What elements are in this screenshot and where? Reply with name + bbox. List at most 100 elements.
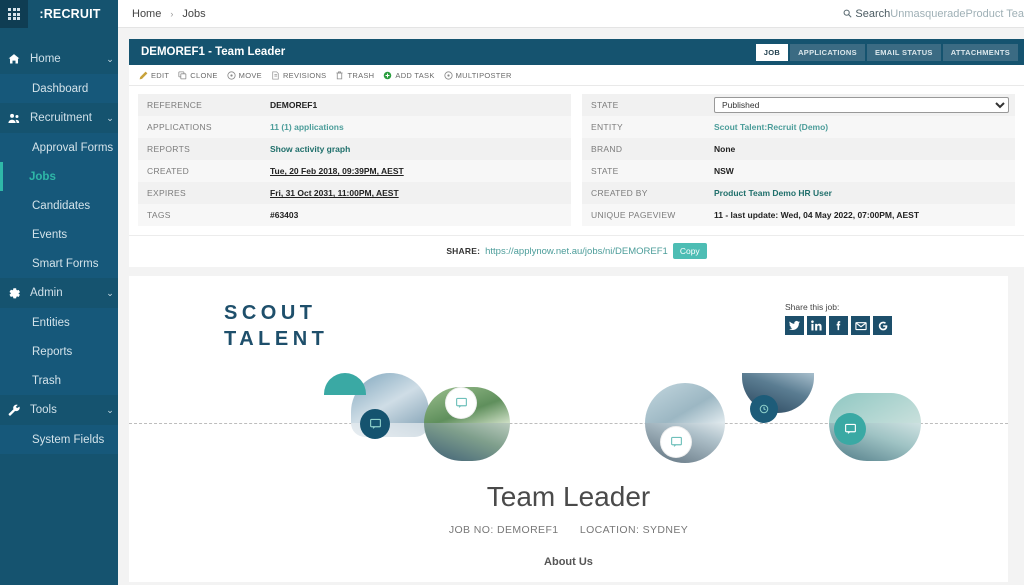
chevron-down-icon[interactable]: ⌄ [102,405,118,416]
sidebar-item-reports[interactable]: Reports [0,337,118,366]
field-value[interactable]: Scout Talent:Recruit (Demo) [714,116,1015,138]
field-value[interactable]: Show activity graph [270,138,571,160]
chevron-down-icon[interactable]: ⌄ [102,113,118,124]
revisions-icon [271,70,280,80]
tab-applications[interactable]: APPLICATIONS [790,43,865,61]
sidebar-item-label: Candidates [32,199,91,212]
sidebar-submenu: Approval Forms Jobs Candidates Events Smart … [0,133,118,278]
sidebar-group-tools[interactable]: Tools ⌄ [0,395,118,425]
tab-job[interactable]: JOB [755,43,789,61]
twitter-icon[interactable] [785,316,804,335]
preview-job-location: LOCATION: SYDNEY [579,523,689,536]
grid-icon[interactable] [0,0,28,28]
field-value: Tue, 20 Feb 2018, 09:39PM, AEST [270,166,404,176]
sidebar-group-home[interactable]: Home ⌄ [0,44,118,74]
top-bar: Home › Jobs Search Unmasquerade Product … [118,0,1024,28]
action-add-task[interactable]: ADD TASK [383,71,434,80]
field-value: None [714,144,736,154]
banner-photo-4 [424,422,510,461]
action-edit[interactable]: EDIT [139,71,169,80]
banner-accent-teal [324,372,366,395]
copy-button[interactable]: Copy [672,243,707,259]
action-move[interactable]: MOVE [227,71,262,80]
panel-tabs: JOB APPLICATIONS EMAIL STATUS ATTACHMENTS [755,43,1018,61]
unmasquerade-link[interactable]: Unmasquerade [890,8,965,20]
user-label[interactable]: Product Tea [965,8,1024,20]
state-select[interactable]: Published [714,97,1009,113]
sidebar-item-label: Jobs [29,170,56,183]
preview-section-heading: About Us [544,555,593,568]
preview-job-meta: JOB NO: DEMOREF1 LOCATION: SYDNEY [129,524,1008,536]
sidebar-item-candidates[interactable]: Candidates [0,191,118,220]
field-row: REPORTS Show activity graph [138,138,571,160]
breadcrumb-jobs[interactable]: Jobs [182,8,205,20]
preview-job-no: JOB NO: DEMOREF1 [448,523,559,536]
sidebar-group-admin[interactable]: Admin ⌄ [0,278,118,308]
field-value[interactable]: 11 (1) applications [270,116,571,138]
field-value[interactable]: Product Team Demo HR User [714,182,1015,204]
action-trash[interactable]: TRASH [335,71,374,80]
share-bar: SHARE: https://applynow.net.au/jobs/ni/D… [129,235,1024,267]
sidebar-item-events[interactable]: Events [0,220,118,249]
social-share-box: Share this job: [785,292,992,353]
chevron-down-icon[interactable]: ⌄ [102,288,118,299]
sidebar-item-dashboard[interactable]: Dashboard [0,74,118,103]
sidebar-item-entities[interactable]: Entities [0,308,118,337]
action-label: MULTIPOSTER [455,70,512,80]
breadcrumb-home[interactable]: Home [132,8,161,20]
sidebar-submenu: Dashboard [0,74,118,103]
field-label: TAGS [147,210,171,220]
facebook-icon[interactable] [829,316,848,335]
trash-icon [335,70,344,80]
share-this-job-label: Share this job: [785,302,840,312]
field-row: CREATED BY Product Team Demo HR User [582,182,1015,204]
field-label: ENTITY [591,122,624,132]
search-label[interactable]: Search [855,8,890,20]
action-clone[interactable]: CLONE [178,71,217,80]
sidebar-item-label: System Fields [32,433,105,446]
action-label: EDIT [151,70,170,80]
sidebar: :RECRUIT Home ⌄ Dashboard Recruitment ⌄ Appro… [0,0,118,585]
tab-attachments[interactable]: ATTACHMENTS [942,43,1018,61]
action-toolbar: EDIT CLONE MOVE REVISIONS TRASH ADD TASK MULTI… [129,65,1024,86]
field-row: UNIQUE PAGEVIEW 11 - last update: Wed, 04… [582,204,1015,226]
chevron-down-icon[interactable]: ⌄ [102,54,118,65]
share-url[interactable]: https://applynow.net.au/jobs/ni/DEMOREF1 [485,246,668,257]
share-label: SHARE: [446,246,481,256]
sidebar-item-approval-forms[interactable]: Approval Forms [0,133,118,162]
banner-badge-white-2 [661,426,691,457]
field-row: CREATED Tue, 20 Feb 2018, 09:39PM, AEST [138,160,571,182]
field-label: UNIQUE PAGEVIEW [591,210,676,220]
field-value: NSW [714,166,734,176]
field-value: 11 - last update: Wed, 04 May 2022, 07:0… [714,210,920,220]
action-multiposter[interactable]: MULTIPOSTER [444,71,512,80]
field-row: EXPIRES Fri, 31 Oct 2031, 11:00PM, AEST [138,182,571,204]
google-icon[interactable] [873,316,892,335]
search-icon[interactable] [843,9,852,18]
sidebar-group-recruitment[interactable]: Recruitment ⌄ [0,103,118,133]
job-detail-fields: REFERENCE DEMOREF1 APPLICATIONS 11 (1) appl… [129,86,1024,235]
tab-email-status[interactable]: EMAIL STATUS [866,43,941,61]
sidebar-item-jobs[interactable]: Jobs [0,162,118,191]
scout-talent-logo: SCOUT TALENT [145,292,328,353]
field-value: Fri, 31 Oct 2031, 11:00PM, AEST [270,188,399,198]
email-icon[interactable] [851,316,870,335]
breadcrumb-separator: › [170,8,174,19]
linkedin-icon[interactable] [807,316,826,335]
wrench-icon [8,404,30,417]
main-area: Home › Jobs Search Unmasquerade Product … [118,0,1024,585]
sidebar-item-smart-forms[interactable]: Smart Forms [0,249,118,278]
sidebar-item-label: Approval Forms [32,141,114,154]
sidebar-item-label: Trash [32,374,61,387]
gear-icon [8,287,30,300]
people-icon [8,112,30,125]
job-ad-preview: SCOUT TALENT Share this job: Team Leader… [129,276,1008,582]
action-revisions[interactable]: REVISIONS [271,71,327,80]
sidebar-item-system-fields[interactable]: System Fields [0,425,118,454]
field-value: #63403 [270,210,299,220]
sidebar-item-label: Dashboard [32,82,89,95]
sidebar-item-trash[interactable]: Trash [0,366,118,395]
page-title: DEMOREF1 - Team Leader [141,46,286,58]
logo-line-1: SCOUT [224,302,317,324]
sidebar-item-label: Events [32,228,68,241]
